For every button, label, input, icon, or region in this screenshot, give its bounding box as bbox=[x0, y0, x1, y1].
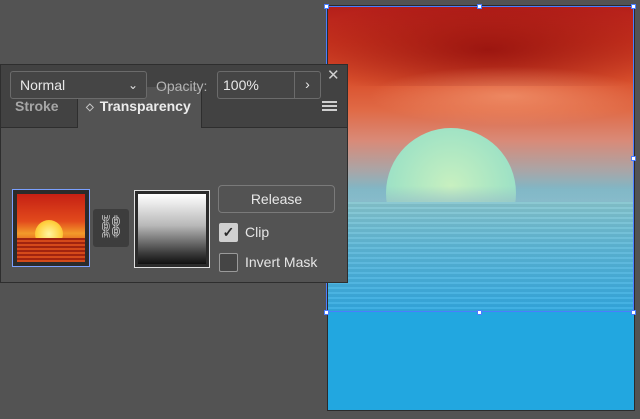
thumbnail-sea bbox=[17, 238, 85, 262]
selection-handle-top-right[interactable] bbox=[631, 4, 636, 9]
invert-mask-label[interactable]: Invert Mask bbox=[245, 254, 317, 270]
image-sea bbox=[328, 202, 634, 312]
tab-transparency-label: Transparency bbox=[99, 98, 191, 114]
sunset-image[interactable] bbox=[328, 6, 634, 312]
mask-thumbnail[interactable] bbox=[134, 190, 210, 268]
invert-mask-checkbox[interactable] bbox=[219, 253, 238, 272]
blend-mode-value: Normal bbox=[20, 77, 66, 93]
close-icon[interactable]: ✕ bbox=[327, 66, 340, 84]
blend-mode-dropdown[interactable]: Normal ⌄ bbox=[10, 71, 147, 99]
chevron-down-icon: ⌄ bbox=[127, 78, 138, 92]
image-clouds-glow bbox=[368, 66, 634, 126]
clip-label[interactable]: Clip bbox=[245, 224, 269, 240]
opacity-label: Opacity: bbox=[156, 78, 208, 94]
chevron-right-icon: › bbox=[305, 76, 310, 92]
opacity-input[interactable]: 100% bbox=[217, 71, 295, 99]
selection-handle-bottom-middle[interactable] bbox=[477, 310, 482, 315]
selection-handle-top-left[interactable] bbox=[324, 4, 329, 9]
up-down-arrows-icon: ◇ bbox=[86, 102, 94, 113]
selection-handle-bottom-right[interactable] bbox=[631, 310, 636, 315]
hamburger-menu-icon[interactable] bbox=[322, 101, 337, 112]
selection-handle-middle-right[interactable] bbox=[631, 156, 636, 161]
artboard[interactable] bbox=[327, 5, 635, 411]
opacity-slider-button[interactable]: › bbox=[294, 71, 321, 99]
release-button[interactable]: Release bbox=[218, 185, 335, 213]
mask-gradient bbox=[138, 194, 206, 264]
clip-checkbox[interactable]: ✓ bbox=[219, 223, 238, 242]
checkmark-icon: ✓ bbox=[222, 224, 235, 240]
mask-link-button[interactable]: ⛓ bbox=[93, 209, 129, 247]
selection-handle-bottom-left[interactable] bbox=[324, 310, 329, 315]
chain-link-icon: ⛓ bbox=[97, 214, 125, 239]
artwork-thumbnail-image bbox=[17, 194, 85, 262]
selection-handle-top-middle[interactable] bbox=[477, 4, 482, 9]
artwork-thumbnail[interactable] bbox=[12, 189, 90, 267]
